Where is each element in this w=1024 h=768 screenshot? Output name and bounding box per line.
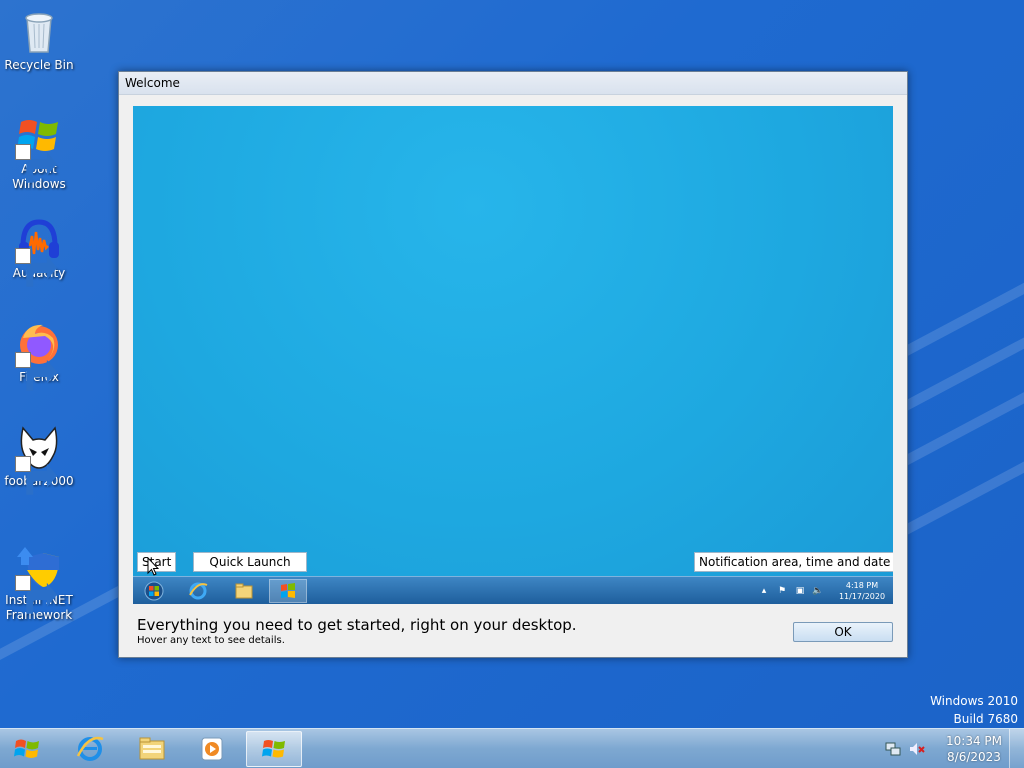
network-icon: ▣ [795, 586, 805, 596]
shortcut-arrow-icon [15, 575, 58, 614]
foobar2000-icon [15, 424, 63, 495]
media-player-icon [201, 737, 223, 761]
desktop-icon-audacity[interactable]: Audacity [4, 216, 74, 287]
start-button[interactable] [4, 731, 50, 767]
audacity-icon [15, 216, 63, 287]
shortcut-arrow-icon [15, 352, 58, 391]
taskbar-internet-explorer[interactable] [62, 731, 118, 767]
speaker-muted-icon[interactable] [908, 740, 926, 758]
taskbar-preview-image: Start Quick Launch Notification area, ti… [133, 106, 893, 604]
welcome-dialog: Welcome Start Quick Launch Notification … [118, 71, 908, 658]
quick-launch-hotspot[interactable]: Quick Launch [193, 552, 307, 572]
windows-flag-icon [14, 739, 39, 758]
taskbar: 10:34 PM 8/6/2023 [0, 728, 1024, 768]
taskbar-media-player[interactable] [184, 731, 240, 767]
desktop-icon-label: Recycle Bin [4, 58, 74, 72]
desktop-icon-about-windows[interactable]: About Windows [4, 112, 74, 192]
desktop-icon-firefox[interactable]: Firefox [4, 320, 74, 391]
mini-clock-date: 11/17/2020 [838, 592, 886, 601]
notification-area: 10:34 PM 8/6/2023 [881, 729, 1024, 768]
shield-installer-icon [15, 543, 63, 614]
mouse-cursor-icon [147, 557, 159, 576]
windows-flag-icon [269, 579, 307, 603]
dialog-hint: Hover any text to see details. [137, 635, 285, 646]
mini-taskbar: ▴ ⚑ ▣ 🔈 4:18 PM 11/17/2020 [133, 576, 893, 604]
file-explorer-icon [139, 737, 165, 760]
desktop-icon-install-net-framework[interactable]: Install .NET Framework [4, 543, 74, 623]
shortcut-arrow-icon [15, 248, 58, 287]
clock-time: 10:34 PM [946, 734, 1002, 748]
shortcut-arrow-icon [15, 144, 58, 183]
taskbar-welcome-window[interactable] [246, 731, 302, 767]
windows-flag-icon [15, 112, 63, 183]
desktop-icon-foobar2000[interactable]: foobar2000 [4, 424, 74, 495]
taskbar-file-explorer[interactable] [124, 731, 180, 767]
desktop-icon-recycle-bin[interactable]: Recycle Bin [4, 8, 74, 73]
windows-flag-icon [135, 579, 173, 603]
show-desktop-button[interactable] [1009, 729, 1024, 768]
firefox-icon [15, 320, 63, 391]
mini-clock-time: 4:18 PM [845, 581, 879, 590]
system-clock[interactable]: 10:34 PM 8/6/2023 [939, 733, 1009, 765]
watermark-line-1: Windows 2010 [930, 694, 1018, 708]
shortcut-arrow-icon [15, 456, 58, 495]
flag-icon: ⚑ [777, 586, 787, 596]
watermark-line-2: Build 7680 [953, 712, 1018, 726]
file-explorer-icon [225, 579, 263, 603]
recycle-bin-icon [15, 8, 63, 56]
dialog-heading: Everything you need to get started, righ… [137, 616, 577, 634]
network-icon[interactable] [884, 740, 902, 758]
dialog-title[interactable]: Welcome [119, 72, 907, 95]
speaker-icon: 🔈 [812, 586, 824, 596]
notification-hotspot[interactable]: Notification area, time and date [694, 552, 893, 572]
internet-explorer-icon [76, 736, 104, 761]
build-watermark: Windows 2010 Build 7680 [930, 692, 1018, 728]
ok-button[interactable]: OK [793, 622, 893, 642]
windows-flag-icon [262, 740, 285, 758]
desktop: Recycle Bin About Windows Audacity Firef… [0, 0, 1024, 768]
clock-date: 8/6/2023 [947, 750, 1001, 764]
mini-notification-area: ▴ ⚑ ▣ 🔈 4:18 PM 11/17/2020 [755, 577, 887, 604]
mini-clock: 4:18 PM 11/17/2020 [837, 580, 887, 602]
internet-explorer-icon [179, 579, 217, 603]
chevron-up-icon: ▴ [761, 586, 767, 596]
